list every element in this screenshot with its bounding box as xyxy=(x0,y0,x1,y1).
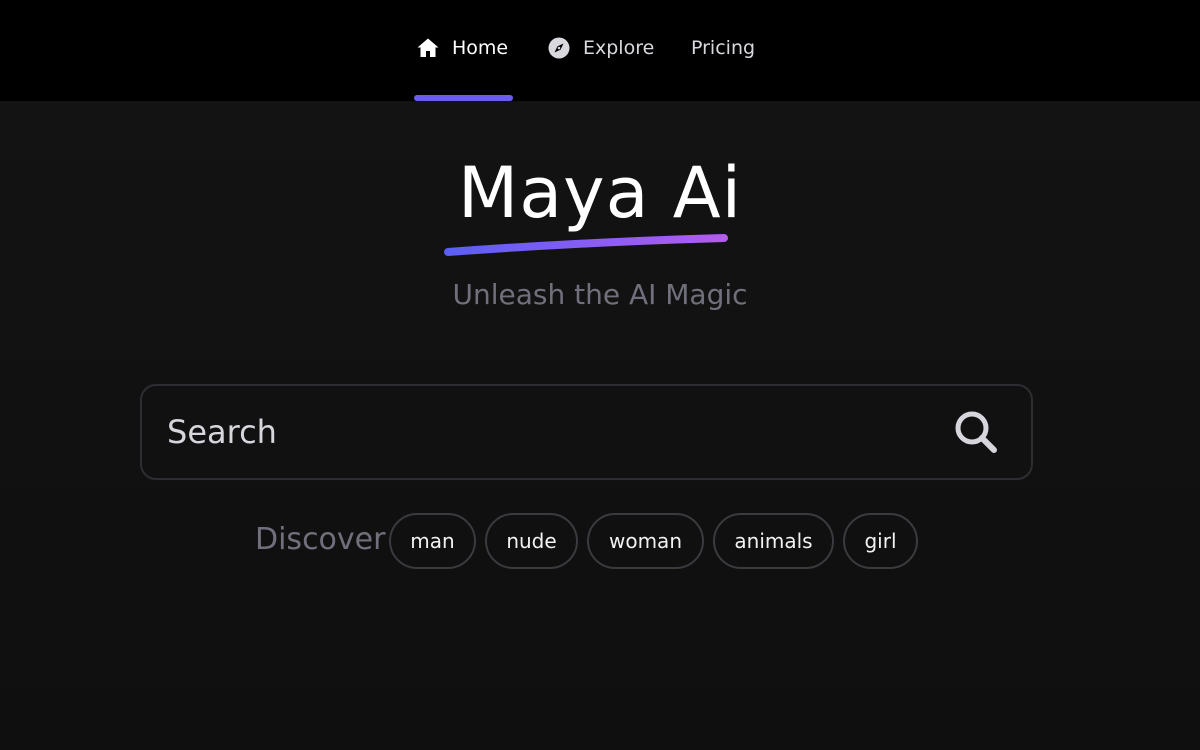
main-nav: Home Explore Pricing xyxy=(0,0,1200,101)
discover-chip-man[interactable]: man xyxy=(389,513,476,569)
discover-chip-animals[interactable]: animals xyxy=(713,513,834,569)
search-button[interactable] xyxy=(946,402,1006,462)
home-icon xyxy=(416,36,440,60)
discover-label: Discover xyxy=(255,522,386,557)
discover-chip-nude[interactable]: nude xyxy=(485,513,578,569)
brand-underline xyxy=(444,234,728,256)
nav-home[interactable]: Home xyxy=(416,34,508,62)
discover-row: Discover man nude woman animals girl xyxy=(0,512,1200,570)
discover-chip-girl[interactable]: girl xyxy=(843,513,918,569)
search-icon xyxy=(955,411,997,453)
nav-explore[interactable]: Explore xyxy=(547,34,654,62)
search-box xyxy=(140,384,1033,480)
compass-icon xyxy=(547,36,571,60)
nav-explore-label: Explore xyxy=(583,37,655,59)
tagline: Unleash the AI Magic xyxy=(452,278,748,311)
search-input[interactable] xyxy=(142,386,946,478)
discover-chip-woman[interactable]: woman xyxy=(587,513,704,569)
nav-pricing[interactable]: Pricing xyxy=(691,34,755,62)
brand-title: Maya Ai xyxy=(457,152,743,234)
nav-home-label: Home xyxy=(452,37,509,59)
nav-pricing-label: Pricing xyxy=(691,37,756,59)
top-navigation-bar: Home Explore Pricing xyxy=(0,0,1200,101)
